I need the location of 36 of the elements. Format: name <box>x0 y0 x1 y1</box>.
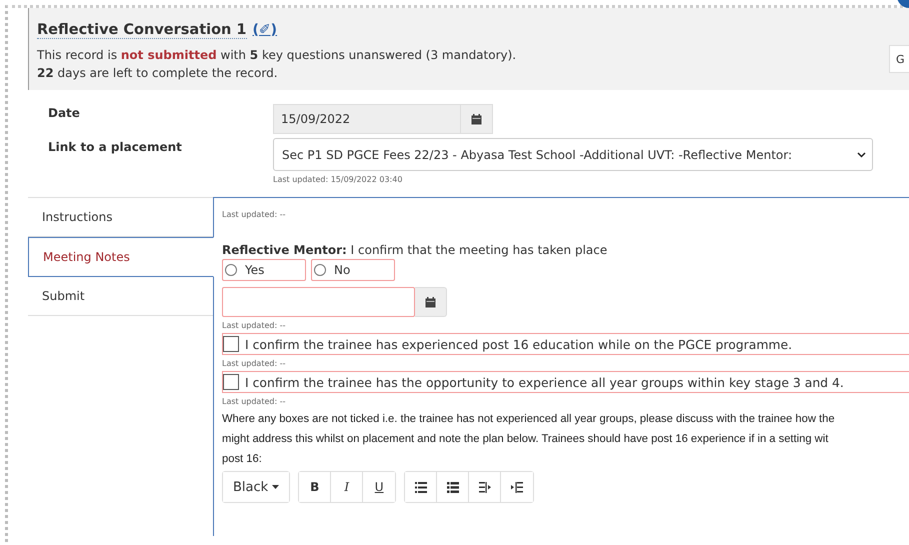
record-title: Reflective Conversation 1 <box>37 22 247 39</box>
question-text: Reflective Mentor: I confirm that the meeting has taken place <box>222 243 608 257</box>
tab[interactable]: Meeting Notes <box>28 237 214 277</box>
checkbox-option[interactable]: I confirm the trainee has the opportunity to experience all year groups within key stage 3 and 4. <box>222 371 909 393</box>
radio-option[interactable]: No <box>311 259 395 281</box>
calendar-icon <box>471 114 482 124</box>
tab[interactable]: Submit <box>28 277 213 316</box>
chevron-icon <box>857 152 866 158</box>
last-updated-text: Last updated: -- <box>222 321 286 330</box>
caret-icon <box>272 485 280 489</box>
placement-label: Link to a placement <box>48 139 183 156</box>
last-updated-text: Last updated: -- <box>222 359 286 368</box>
last-updated-text: Last updated: -- <box>222 397 286 406</box>
outdent-icon <box>478 482 491 492</box>
placement-select[interactable]: Sec P1 SD PGCE Fees 22/23 - Abyasa Test School -Additional UVT: -Reflective Mentor: <box>273 138 873 171</box>
checkbox-option[interactable]: I confirm the trainee has experienced post 16 education while on the PGCE programme. <box>222 333 909 355</box>
bullet-list-button[interactable] <box>405 472 438 502</box>
calendar-button[interactable] <box>461 104 493 134</box>
date-field[interactable]: 15/09/2022 <box>273 104 461 134</box>
format-button[interactable]: B <box>299 472 332 502</box>
list-icon <box>414 482 427 492</box>
last-updated-text: Last updated: -- <box>222 210 286 219</box>
edit-link[interactable]: (✐) <box>252 22 278 38</box>
go-button[interactable]: G <box>889 45 909 73</box>
calendar-icon <box>425 296 436 308</box>
status-text: This record is not submitted with 5 key questions unanswered (3 mandatory). <box>37 47 516 64</box>
instruction-text: Where any boxes are not ticked i.e. the trainee has not experienced all year groups, please discuss with the trainee how the might address this whilst on placement and note the plan below. Trainees should have post 16 experience if in a setting wit post 16: <box>222 412 836 467</box>
radio-option[interactable]: Yes <box>222 259 306 281</box>
days-left-text: 22 days are left to complete the record. <box>37 65 278 82</box>
color-dropdown[interactable]: Black <box>223 472 290 502</box>
date-label: Date <box>48 105 81 122</box>
last-updated-text: Last updated: 15/09/2022 03:40 <box>273 175 402 184</box>
date-field[interactable] <box>222 287 415 317</box>
indent-icon <box>511 482 524 492</box>
list-icon <box>446 482 459 492</box>
calendar-button[interactable] <box>415 287 447 317</box>
